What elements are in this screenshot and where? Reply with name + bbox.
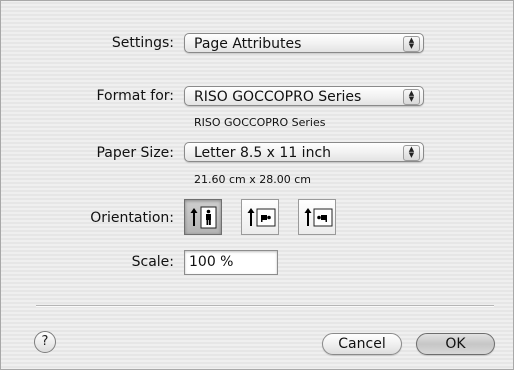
- landscape-left-orientation-icon: [247, 208, 276, 227]
- paper-size-popup[interactable]: Letter 8.5 x 11 inch ▲ ▼: [184, 142, 424, 162]
- divider: [36, 305, 494, 307]
- scale-input[interactable]: 100 %: [184, 250, 278, 275]
- popup-arrows-icon: ▲ ▼: [403, 36, 420, 52]
- settings-popup[interactable]: Page Attributes ▲ ▼: [184, 33, 424, 53]
- popup-arrows-icon: ▲ ▼: [403, 145, 420, 161]
- cancel-button[interactable]: Cancel: [322, 333, 402, 355]
- settings-value: Page Attributes: [194, 36, 302, 52]
- ok-button[interactable]: OK: [416, 333, 495, 355]
- orientation-landscape-right-button[interactable]: [298, 199, 336, 235]
- paper-size-subtext: 21.60 cm x 28.00 cm: [194, 173, 312, 186]
- portrait-orientation-icon: [190, 206, 217, 229]
- orientation-label: Orientation:: [90, 210, 174, 226]
- scale-label: Scale:: [131, 254, 174, 270]
- popup-arrows-icon: ▲ ▼: [403, 89, 420, 105]
- format-for-value: RISO GOCCOPRO Series: [194, 89, 362, 105]
- paper-size-label: Paper Size:: [96, 145, 174, 161]
- settings-label: Settings:: [111, 35, 174, 51]
- landscape-right-orientation-icon: [304, 208, 333, 227]
- format-for-popup[interactable]: RISO GOCCOPRO Series ▲ ▼: [184, 86, 424, 106]
- format-for-subtext: RISO GOCCOPRO Series: [194, 116, 326, 129]
- help-button[interactable]: ?: [34, 331, 56, 353]
- paper-size-value: Letter 8.5 x 11 inch: [194, 145, 332, 161]
- orientation-landscape-left-button[interactable]: [241, 199, 279, 235]
- format-for-label: Format for:: [96, 88, 174, 104]
- orientation-portrait-button[interactable]: [184, 199, 222, 235]
